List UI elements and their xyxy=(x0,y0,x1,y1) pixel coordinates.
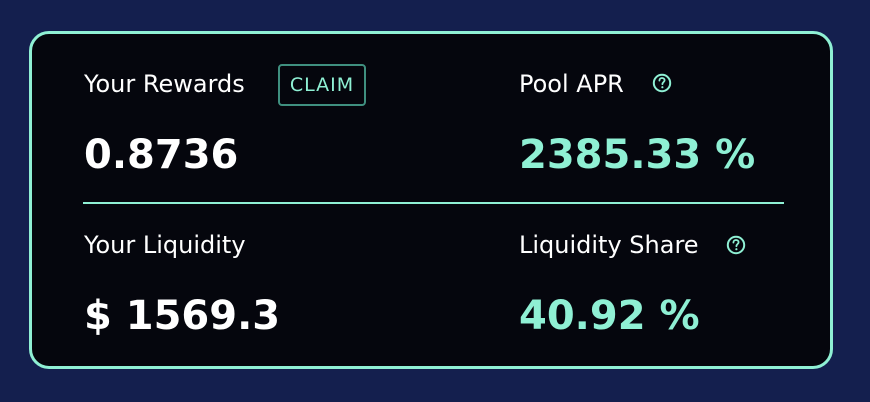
liquidity-value: $ 1569.3 xyxy=(84,293,281,339)
claim-button[interactable]: CLAIM xyxy=(278,64,366,106)
liquidity-share-value: 40.92 % xyxy=(519,293,700,339)
pool-apr-help-icon[interactable] xyxy=(652,73,672,93)
stats-card: Your Rewards CLAIM 0.8736 Pool APR 2385.… xyxy=(29,31,833,369)
liquidity-share-help-icon[interactable] xyxy=(726,235,746,255)
liquidity-label: Your Liquidity xyxy=(84,231,246,259)
pool-apr-value: 2385.33 % xyxy=(519,132,756,178)
liquidity-share-label: Liquidity Share xyxy=(519,231,699,259)
divider xyxy=(83,202,784,204)
rewards-label: Your Rewards xyxy=(84,70,245,98)
pool-apr-label: Pool APR xyxy=(519,70,624,98)
rewards-value: 0.8736 xyxy=(84,132,239,178)
